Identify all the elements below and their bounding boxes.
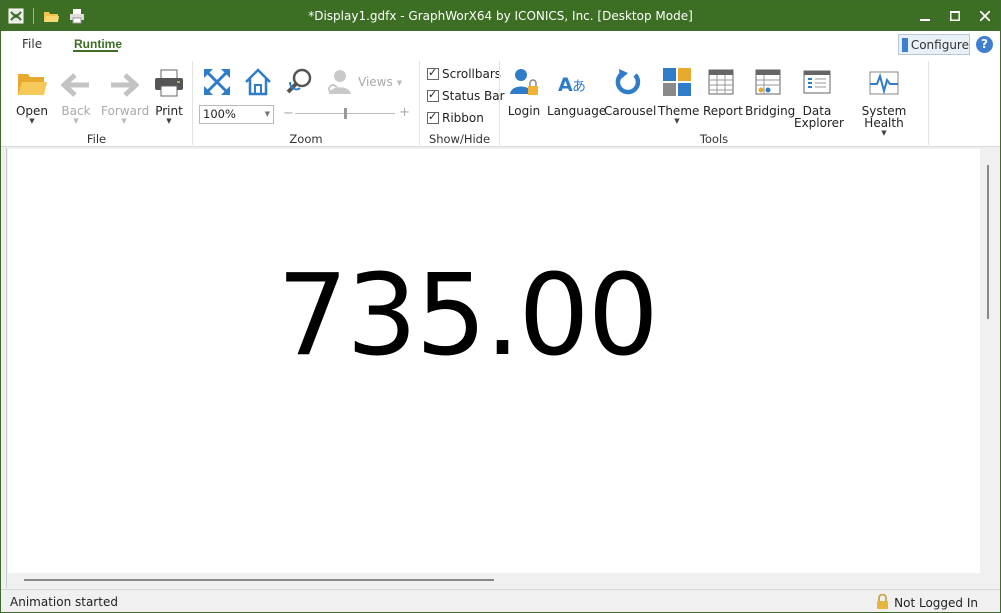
checkbox-checked[interactable] [427,110,439,124]
chevron-down-icon: ▼ [264,110,270,118]
svg-text:あ: あ [572,79,586,95]
status-bar-checkbox[interactable]: Status Bar [427,88,505,103]
views-icon: Views ▼ [324,63,404,97]
user-lock-icon [507,63,541,97]
fit-expand-icon [201,63,233,97]
data-explorer-button[interactable]: Data Explorer [794,63,844,129]
tab-runtime[interactable]: Runtime [74,37,122,51]
zoom-tool-button[interactable] [284,63,316,97]
report-button[interactable]: Report [703,63,743,117]
zoom-level-value: 100% [203,107,236,121]
language-button[interactable]: Aあ Language [547,63,606,117]
maximize-button[interactable] [940,1,970,31]
close-button[interactable] [970,1,1000,31]
vertical-scrollbar[interactable] [980,149,999,573]
printer-icon [153,63,185,97]
bridging-icon [745,63,791,97]
scrollbars-checkbox[interactable]: Scrollbars [427,66,501,81]
views-button[interactable]: Views ▼ [324,63,404,97]
bridging-button[interactable]: Bridging [745,63,795,117]
arrow-left-icon [60,63,92,97]
zoom-in-icon[interactable]: + [399,105,410,120]
status-message: Animation started [10,595,118,609]
checkbox-checked[interactable] [427,66,439,80]
back-button[interactable]: Back ▼ [60,63,92,125]
window-controls [910,1,1000,31]
window-title: *Display1.gdfx - GraphWorX64 by ICONICS,… [308,9,693,23]
configure-button[interactable]: Configure [898,34,970,55]
configure-label: Configure [910,37,969,52]
folder-icon [15,63,49,97]
forward-button[interactable]: Forward ▼ [101,63,149,125]
ribbon-checkbox[interactable]: Ribbon [427,110,484,125]
carousel-button[interactable]: Carousel [604,63,656,117]
views-label: Views [358,75,393,89]
chevron-down-icon: ▼ [396,79,403,87]
zoom-slider-thumb[interactable] [344,108,347,119]
help-button[interactable]: ? [976,36,993,53]
group-label-file: File [86,132,107,146]
minimize-button[interactable] [910,1,940,31]
system-health-button[interactable]: System Health ▼ [846,63,922,137]
chevron-down-icon: ▼ [73,117,79,125]
language-icon: Aあ [547,63,599,97]
status-bar: Animation started Not Logged In [1,589,1000,612]
checkbox-checked[interactable] [427,88,439,102]
data-explorer-icon [794,63,840,97]
login-status[interactable]: Not Logged In [876,593,978,612]
magnifier-icon [284,63,316,97]
group-label-zoom: Zoom [289,132,323,146]
zoom-out-icon[interactable]: − [283,106,294,121]
chevron-down-icon: ▼ [674,117,680,125]
tab-file[interactable]: File [22,37,42,51]
process-value-display[interactable]: 735.00 [277,256,659,376]
chevron-down-icon: ▼ [29,117,35,125]
lock-icon [876,593,889,612]
login-status-label: Not Logged In [894,596,978,610]
active-tab-indicator [73,50,118,52]
horizontal-scrollbar[interactable] [8,573,980,588]
home-button[interactable] [241,63,275,97]
arrow-right-icon [101,63,147,97]
vertical-scroll-thumb[interactable] [987,165,989,319]
chevron-down-icon: ▼ [166,117,172,125]
configure-icon [902,37,908,52]
horizontal-scroll-thumb[interactable] [24,579,494,581]
report-icon [703,63,739,97]
title-bar: *Display1.gdfx - GraphWorX64 by ICONICS,… [1,1,1000,31]
open-button[interactable]: Open ▼ [15,63,49,125]
app-window: *Display1.gdfx - GraphWorX64 by ICONICS,… [0,0,1001,613]
fit-to-window-button[interactable] [201,63,233,97]
refresh-icon [604,63,652,97]
ribbon-tabs: File Runtime [1,31,1000,57]
print-button[interactable]: Print ▼ [153,63,185,125]
group-separator [928,61,929,145]
chevron-down-icon: ▼ [121,117,127,125]
home-icon [241,63,275,97]
zoom-level-combo[interactable]: 100% ▼ [199,105,274,124]
theme-button[interactable]: Theme ▼ [658,63,699,125]
group-label-showhide: Show/Hide [428,132,491,146]
svg-text:A: A [558,74,573,96]
heartbeat-icon [846,63,922,97]
ribbon: Open ▼ Back ▼ Forward ▼ Print ▼ File Vie… [1,57,1000,147]
login-button[interactable]: Login [507,63,541,117]
group-label-tools: Tools [699,132,729,146]
theme-grid-icon [658,63,696,97]
zoom-slider[interactable]: − + [283,105,410,121]
